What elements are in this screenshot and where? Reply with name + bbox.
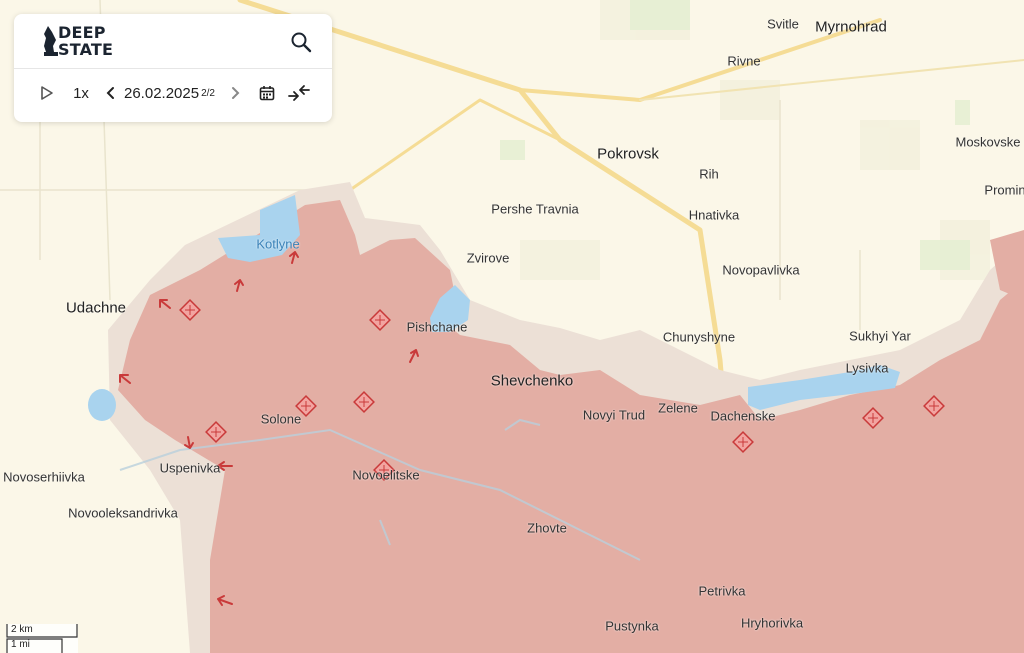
place-label-shevchenko: Shevchenko: [490, 372, 574, 390]
place-label-zhovte: Zhovte: [527, 520, 567, 536]
calendar-button[interactable]: [256, 78, 278, 108]
place-label-solone: Solone: [260, 411, 302, 427]
calendar-icon: [259, 86, 275, 101]
place-label-pustynka: Pustynka: [605, 618, 659, 634]
place-label-novopavlivka: Novopavlivka: [722, 262, 800, 278]
compress-button[interactable]: [286, 78, 312, 108]
place-label-novyi-trud: Novyi Trud: [582, 407, 646, 423]
place-label-myrnohrad: Myrnohrad: [815, 18, 887, 36]
place-label-pishchane: Pishchane: [406, 319, 468, 335]
place-label-pershe-travnia: Pershe Travnia: [491, 201, 579, 217]
place-label-hnativka: Hnativka: [688, 207, 740, 223]
scale-bar: 2 km 1 mi: [6, 624, 78, 653]
place-label-petrivka: Petrivka: [698, 583, 746, 599]
place-label-udachne: Udachne: [65, 299, 127, 317]
scale-mi-label: 1 mi: [11, 639, 30, 650]
control-panel: DEEP STATE 1x 26.02.2025 2/2: [14, 14, 332, 122]
compress-arrows-icon: [288, 85, 310, 101]
place-label-hryhorivka: Hryhorivka: [740, 615, 804, 631]
place-label-sukhyi-yar: Sukhyi Yar: [849, 328, 911, 344]
place-label-novooleksandrivka: Novooleksandrivka: [68, 505, 178, 521]
place-label-pokrovsk: Pokrovsk: [597, 145, 659, 163]
scale-km-label: 2 km: [11, 624, 33, 635]
logo-line-1: DEEP: [58, 23, 106, 42]
place-label-svitle: Svitle: [767, 16, 799, 32]
next-date-button[interactable]: [226, 78, 244, 108]
place-label-novoserhiivka: Novoserhiivka: [3, 469, 85, 485]
date-display[interactable]: 26.02.2025 2/2: [124, 78, 232, 108]
play-button[interactable]: [36, 78, 58, 108]
place-label-chunyshyne: Chunyshyne: [662, 329, 736, 345]
place-label-promin: Promin: [984, 182, 1024, 198]
logo-text: DEEP STATE: [58, 24, 113, 58]
prev-date-button[interactable]: [102, 78, 120, 108]
logo-line-2: STATE: [58, 40, 114, 59]
panel-header: DEEP STATE: [14, 14, 332, 69]
place-label-lysivka: Lysivka: [845, 360, 889, 376]
place-label-zvirove: Zvirove: [466, 250, 510, 266]
knight-icon: [44, 26, 58, 56]
place-label-moskovske: Moskovske: [955, 134, 1021, 150]
speed-toggle[interactable]: 1x: [68, 78, 94, 108]
place-label-zelene: Zelene: [658, 400, 698, 416]
place-label-kotlyne: Kotlyne: [256, 236, 300, 252]
place-label-rih: Rih: [699, 166, 719, 182]
search-icon[interactable]: [290, 31, 312, 53]
place-label-dachenske: Dachenske: [710, 408, 776, 424]
current-date: 26.02.2025: [124, 84, 200, 102]
play-icon: [41, 86, 53, 100]
place-label-uspenivka: Uspenivka: [159, 460, 221, 476]
date-index: 2/2: [201, 87, 215, 99]
chevron-left-icon: [106, 87, 114, 99]
place-label-rivne: Rivne: [727, 53, 761, 69]
chevron-right-icon: [232, 87, 240, 99]
place-label-novoselytske: Novoelitske: [352, 467, 420, 483]
